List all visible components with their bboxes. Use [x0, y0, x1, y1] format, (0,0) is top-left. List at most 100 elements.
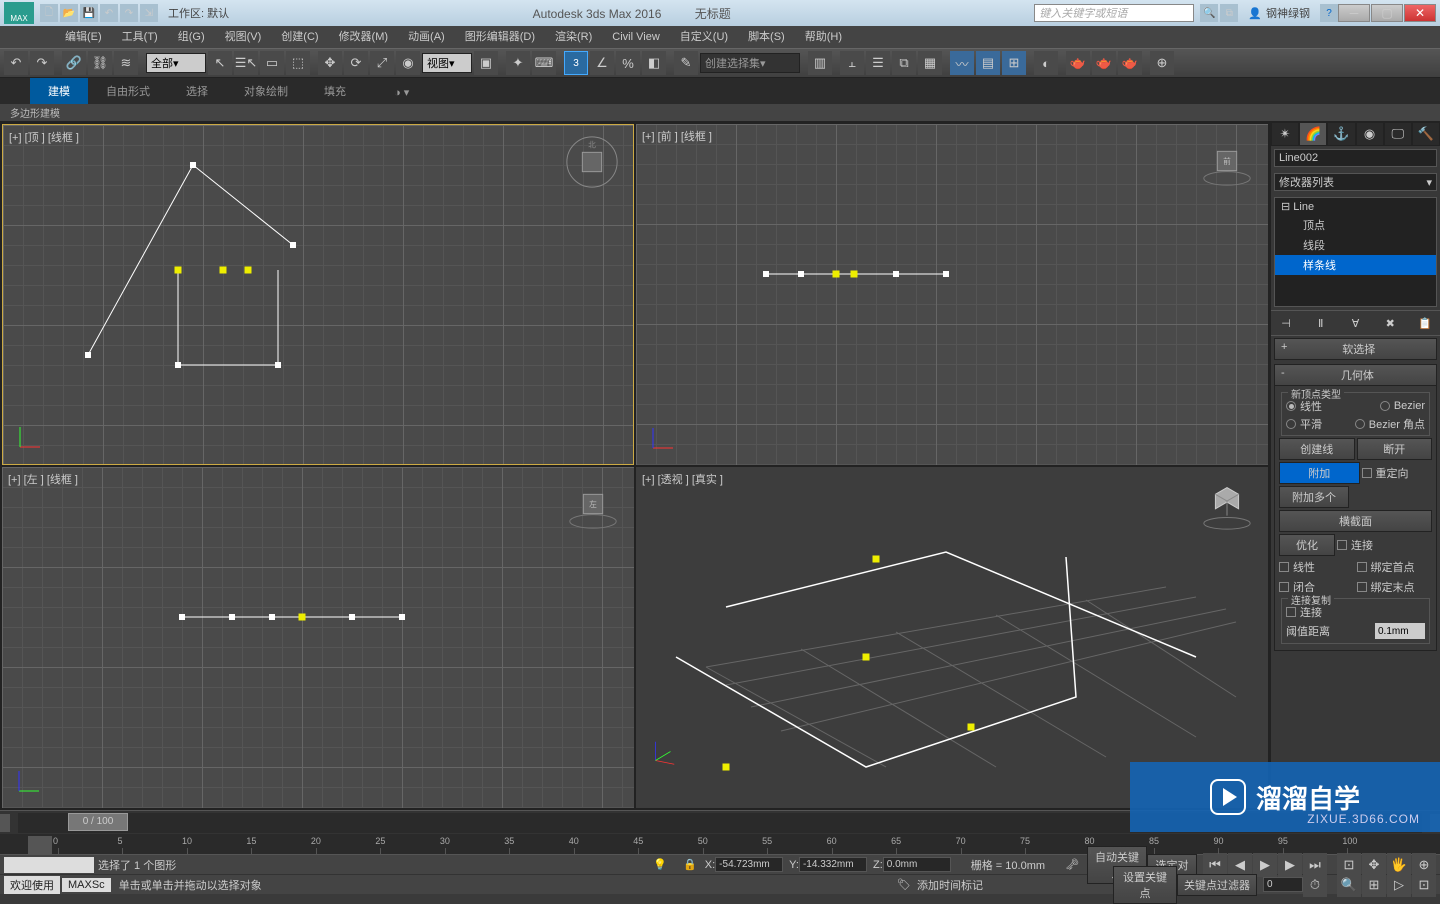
tab-display-icon[interactable]: 🖵 — [1384, 122, 1412, 146]
select-icon[interactable]: ↖ — [208, 51, 232, 75]
viewcube-persp[interactable] — [1198, 475, 1256, 533]
menu-edit[interactable]: 编辑(E) — [55, 26, 112, 48]
coord-x-input[interactable] — [715, 857, 783, 872]
tab-object-paint[interactable]: 对象绘制 — [226, 78, 306, 104]
tab-motion-icon[interactable]: ◉ — [1356, 122, 1384, 146]
viewport-label-left[interactable]: [+] [左 ] [线框 ] — [8, 471, 78, 487]
time-tick[interactable]: 25 — [380, 848, 444, 854]
layer-explorer-icon[interactable]: ⧉ — [892, 51, 916, 75]
redo-icon[interactable]: ↷ — [30, 51, 54, 75]
select-name-icon[interactable]: ☰↖ — [234, 51, 258, 75]
search-input[interactable]: 键入关键字或短语 — [1034, 4, 1194, 22]
help-icon[interactable]: ? — [1320, 4, 1338, 22]
pivot-icon[interactable]: ▣ — [474, 51, 498, 75]
named-sel-edit-icon[interactable]: ✎ — [674, 51, 698, 75]
reorient-check[interactable]: 重定向 — [1362, 462, 1409, 484]
stack-item-line[interactable]: Line — [1275, 198, 1436, 215]
selection-filter[interactable]: 全部 ▾ — [146, 53, 206, 73]
connect-check[interactable]: 连接 — [1337, 534, 1373, 556]
unique-icon[interactable]: ∀ — [1347, 315, 1365, 331]
close-button[interactable]: ✕ — [1404, 4, 1436, 22]
time-tick[interactable]: 40 — [574, 848, 638, 854]
menu-customize[interactable]: 自定义(U) — [670, 26, 738, 48]
menu-animation[interactable]: 动画(A) — [398, 26, 455, 48]
coord-y-input[interactable] — [799, 857, 867, 872]
link-icon[interactable]: 🔗 — [62, 51, 86, 75]
time-tick[interactable]: 65 — [896, 848, 960, 854]
dope-sheet-icon[interactable]: ▤ — [976, 51, 1000, 75]
user-account[interactable]: 👤钢神绿钢 — [1248, 5, 1310, 21]
viewcube-front[interactable]: 前 — [1198, 132, 1256, 190]
mirror-icon[interactable]: ▥ — [808, 51, 832, 75]
tab-utilities-icon[interactable]: 🔨 — [1412, 122, 1440, 146]
rollout-header[interactable]: -几何体 — [1274, 364, 1437, 386]
time-tick[interactable]: 30 — [445, 848, 509, 854]
named-selection-sets[interactable]: 创建选择集 ▾ — [700, 53, 800, 73]
menu-help[interactable]: 帮助(H) — [795, 26, 852, 48]
scale-icon[interactable]: ⤢ — [370, 51, 394, 75]
time-tick[interactable]: 80 — [1090, 848, 1154, 854]
move-icon[interactable]: ✥ — [318, 51, 342, 75]
snap-toggle-icon[interactable]: 3 — [564, 51, 588, 75]
next-frame-icon[interactable]: ▶ — [1278, 853, 1302, 877]
viewcube-top[interactable]: 北 — [563, 133, 621, 191]
tab-freeform[interactable]: 自由形式 — [88, 78, 168, 104]
time-tick[interactable]: 100 — [1347, 848, 1411, 854]
stack-sub-segment[interactable]: 线段 — [1275, 235, 1436, 255]
viewport-left[interactable]: [+] [左 ] [线框 ] 左 — [2, 467, 634, 808]
ribbon-panel-label[interactable]: 多边形建模 — [0, 104, 1440, 122]
object-name-input[interactable] — [1274, 149, 1437, 167]
tab-populate[interactable]: 填充 — [306, 78, 364, 104]
schematic-icon[interactable]: ⊞ — [1002, 51, 1026, 75]
menu-group[interactable]: 组(G) — [168, 26, 215, 48]
tag-icon[interactable]: 🏷 — [897, 878, 911, 891]
time-tick[interactable]: 0 — [58, 848, 122, 854]
menu-views[interactable]: 视图(V) — [215, 26, 272, 48]
radio-bezier[interactable]: Bezier — [1380, 397, 1425, 415]
tab-create-icon[interactable]: ✴ — [1271, 122, 1299, 146]
viewport-label-front[interactable]: [+] [前 ] [线框 ] — [642, 128, 712, 144]
remove-mod-icon[interactable]: ✖ — [1381, 315, 1399, 331]
menu-maxscript[interactable]: 脚本(S) — [738, 26, 795, 48]
set-key-button[interactable]: 设置关键点 — [1113, 866, 1177, 904]
curve-editor-icon[interactable]: 〰 — [950, 51, 974, 75]
viewport-label-persp[interactable]: [+] [透视 ] [真实 ] — [642, 471, 723, 487]
break-button[interactable]: 断开 — [1357, 438, 1433, 460]
time-tick[interactable]: 60 — [832, 848, 896, 854]
autodesk360-icon[interactable]: ⊕ — [1150, 51, 1174, 75]
time-tick[interactable]: 95 — [1283, 848, 1347, 854]
time-tick[interactable]: 35 — [509, 848, 573, 854]
tab-selection[interactable]: 选择 — [168, 78, 226, 104]
material-icon[interactable]: ◐ — [1034, 51, 1058, 75]
layers-icon[interactable]: ☰ — [866, 51, 890, 75]
zoom-icon[interactable]: 🔍 — [1337, 873, 1361, 897]
comm-icon[interactable]: ⧉ — [1220, 4, 1238, 22]
bind-last-check[interactable]: 绑定末点 — [1357, 578, 1433, 596]
menu-rendering[interactable]: 渲染(R) — [545, 26, 602, 48]
show-end-icon[interactable]: Ⅱ — [1312, 315, 1330, 331]
threshold-spinner[interactable]: 0.1mm — [1375, 623, 1425, 639]
angle-snap-icon[interactable]: ∠ — [590, 51, 614, 75]
stack-sub-spline[interactable]: 样条线 — [1275, 255, 1436, 275]
modifier-list-dropdown[interactable]: 修改器列表▾ — [1274, 173, 1437, 191]
menu-graph-editors[interactable]: 图形编辑器(D) — [455, 26, 545, 48]
undo-icon[interactable]: ↶ — [4, 51, 28, 75]
align-icon[interactable]: ⫠ — [840, 51, 864, 75]
menu-modifiers[interactable]: 修改器(M) — [329, 26, 399, 48]
ref-coord-dropdown[interactable]: 视图 ▾ — [422, 53, 472, 73]
render-frame-icon[interactable]: 🫖 — [1092, 51, 1116, 75]
bind-icon[interactable]: ≋ — [114, 51, 138, 75]
viewport-front[interactable]: [+] [前 ] [线框 ] 前 — [636, 124, 1268, 465]
save-icon[interactable]: 💾 — [80, 4, 98, 22]
manipulate-icon[interactable]: ✦ — [506, 51, 530, 75]
tab-hierarchy-icon[interactable]: ⚓ — [1327, 122, 1355, 146]
minimize-button[interactable]: ─ — [1338, 4, 1370, 22]
unlink-icon[interactable]: ⛓ — [88, 51, 112, 75]
attach-mult-button[interactable]: 附加多个 — [1279, 486, 1349, 508]
menu-create[interactable]: 创建(C) — [271, 26, 328, 48]
ribbon-toggle-icon[interactable]: ▦ — [918, 51, 942, 75]
tab-modify-icon[interactable]: 🌈 — [1299, 122, 1327, 146]
rotate-icon[interactable]: ⟳ — [344, 51, 368, 75]
time-tick[interactable]: 85 — [1154, 848, 1218, 854]
cross-section-button[interactable]: 横截面 — [1279, 510, 1432, 532]
